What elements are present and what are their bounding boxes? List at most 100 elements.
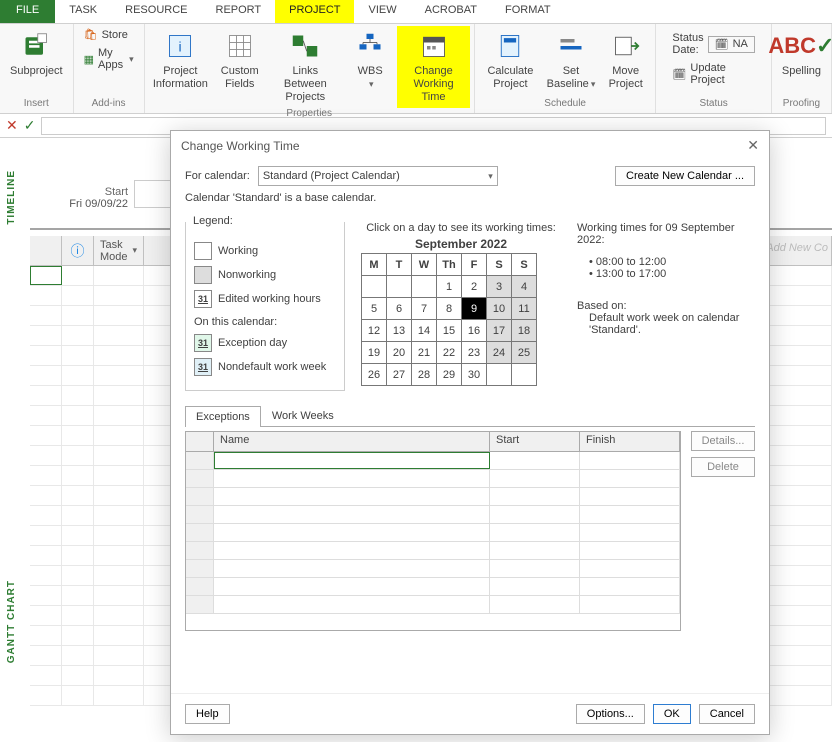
gantt-label: GANTT CHART	[6, 580, 17, 663]
grid-header-info[interactable]: ⓘ	[62, 236, 94, 265]
status-date-row: Status Date: 🗓 NA	[666, 30, 760, 58]
calendar-day-3[interactable]: 3	[487, 276, 512, 298]
group-status: Status Date: 🗓 NA 🗓 Update Project Statu…	[656, 24, 771, 113]
calendar-day-26[interactable]: 26	[362, 364, 387, 386]
calendar-day-1[interactable]: 1	[437, 276, 462, 298]
calendar-day-8[interactable]: 8	[437, 298, 462, 320]
tab-acrobat[interactable]: ACROBAT	[411, 0, 491, 23]
tab-view[interactable]: VIEW	[354, 0, 410, 23]
wbs-button[interactable]: WBS▾	[345, 26, 395, 95]
calendar-day-17[interactable]: 17	[487, 320, 512, 342]
grid-first-cell[interactable]	[30, 266, 62, 285]
group-addins: 🛍 Store ▦ My Apps ▾ Add-ins	[74, 24, 145, 113]
group-schedule: Calculate Project Set Baseline▾ Move Pro…	[475, 24, 657, 113]
calendar-day-2[interactable]: 2	[462, 276, 487, 298]
project-information-button[interactable]: i Project Information	[149, 26, 213, 95]
exceptions-header-start[interactable]: Start	[490, 432, 580, 451]
calendar-day-30[interactable]: 30	[462, 364, 487, 386]
calendar-day-16[interactable]: 16	[462, 320, 487, 342]
update-project-button[interactable]: 🗓 Update Project	[666, 60, 760, 88]
calendar-day-11[interactable]: 11	[512, 298, 537, 320]
tab-file[interactable]: FILE	[0, 0, 55, 23]
status-date-field[interactable]: 🗓 NA	[708, 36, 755, 53]
tab-resource[interactable]: RESOURCE	[111, 0, 201, 23]
baseline-icon	[555, 30, 587, 62]
calendar-grid[interactable]: MTWThFSS 1234567891011121314151617181920…	[361, 253, 537, 386]
calendar-day-15[interactable]: 15	[437, 320, 462, 342]
calendar-day-21[interactable]: 21	[412, 342, 437, 364]
exceptions-row-header[interactable]	[186, 432, 214, 451]
tab-work-weeks[interactable]: Work Weeks	[261, 405, 345, 426]
calendar-day-27[interactable]: 27	[387, 364, 412, 386]
links-icon	[289, 30, 321, 62]
set-baseline-button[interactable]: Set Baseline▾	[544, 26, 598, 95]
exceptions-header-name[interactable]: Name	[214, 432, 490, 451]
grid-header-taskmode[interactable]: Task Mode ▾	[94, 236, 144, 265]
move-icon	[610, 30, 642, 62]
calendar-month: September 2022	[361, 237, 561, 251]
tab-report[interactable]: REPORT	[202, 0, 276, 23]
group-properties: i Project Information Custom Fields Link…	[145, 24, 475, 113]
change-working-time-button[interactable]: Change Working Time	[397, 26, 470, 108]
legend-working-swatch	[194, 242, 212, 260]
cancel-entry-icon[interactable]: ✕	[6, 117, 18, 134]
calendar-day-14[interactable]: 14	[412, 320, 437, 342]
calendar-day-13[interactable]: 13	[387, 320, 412, 342]
ok-button[interactable]: OK	[653, 704, 691, 724]
calendar-day-19[interactable]: 19	[362, 342, 387, 364]
calendar-day-20[interactable]: 20	[387, 342, 412, 364]
calendar-day-24[interactable]: 24	[487, 342, 512, 364]
calendar-day-10[interactable]: 10	[487, 298, 512, 320]
tab-project[interactable]: PROJECT	[275, 0, 354, 23]
calendar-day-12[interactable]: 12	[362, 320, 387, 342]
update-icon: 🗓	[672, 68, 686, 81]
calculate-project-button[interactable]: Calculate Project	[479, 26, 542, 95]
custom-fields-button[interactable]: Custom Fields	[214, 26, 265, 95]
store-button[interactable]: 🛍 Store	[78, 26, 140, 43]
calendar-day-5[interactable]: 5	[362, 298, 387, 320]
details-button[interactable]: Details...	[691, 431, 755, 451]
legend-box: Working Nonworking 31Edited working hour…	[185, 222, 345, 391]
calendar-day-6[interactable]: 6	[387, 298, 412, 320]
links-between-projects-button[interactable]: Links Between Projects	[267, 26, 343, 108]
create-new-calendar-button[interactable]: Create New Calendar ...	[615, 166, 755, 186]
delete-button[interactable]: Delete	[691, 457, 755, 477]
accept-entry-icon[interactable]: ✓	[24, 117, 36, 134]
close-icon[interactable]: ✕	[747, 137, 759, 154]
cancel-button[interactable]: Cancel	[699, 704, 755, 724]
tab-format[interactable]: FORMAT	[491, 0, 565, 23]
calculate-icon	[494, 30, 526, 62]
calendar-day-4[interactable]: 4	[512, 276, 537, 298]
spelling-icon: ABC✓	[785, 30, 817, 62]
calendar-day-18[interactable]: 18	[512, 320, 537, 342]
tab-exceptions[interactable]: Exceptions	[185, 406, 261, 427]
calendar-day-9[interactable]: 9	[462, 298, 487, 320]
add-new-column[interactable]: Add New Co	[766, 242, 828, 254]
options-button[interactable]: Options...	[576, 704, 645, 724]
exceptions-table[interactable]: Name Start Finish	[185, 431, 681, 631]
calendar-instruction: Click on a day to see its working times:	[361, 222, 561, 234]
calendar-day-25[interactable]: 25	[512, 342, 537, 364]
tab-task[interactable]: TASK	[55, 0, 111, 23]
myapps-button[interactable]: ▦ My Apps ▾	[78, 45, 140, 73]
calendar-select[interactable]: Standard (Project Calendar) ▾	[258, 166, 498, 186]
group-insert: Subproject Insert	[0, 24, 74, 113]
dropdown-icon: ▾	[129, 54, 134, 65]
spelling-button[interactable]: ABC✓ Spelling	[776, 26, 827, 82]
calendar-day-28[interactable]: 28	[412, 364, 437, 386]
timeline-label: TIMELINE	[6, 170, 17, 225]
calendar-day-22[interactable]: 22	[437, 342, 462, 364]
calendar-day-29[interactable]: 29	[437, 364, 462, 386]
subproject-button[interactable]: Subproject	[4, 26, 69, 82]
legend-nonworking-swatch	[194, 266, 212, 284]
wbs-icon	[354, 30, 386, 62]
svg-text:i: i	[179, 38, 182, 54]
working-time-2: 13:00 to 17:00	[589, 268, 755, 280]
calendar-day-23[interactable]: 23	[462, 342, 487, 364]
help-button[interactable]: Help	[185, 704, 230, 724]
exceptions-header-finish[interactable]: Finish	[580, 432, 680, 451]
calendar-day-7[interactable]: 7	[412, 298, 437, 320]
move-project-button[interactable]: Move Project	[600, 26, 651, 95]
custom-fields-icon	[224, 30, 256, 62]
grid-header-blank[interactable]	[30, 236, 62, 265]
